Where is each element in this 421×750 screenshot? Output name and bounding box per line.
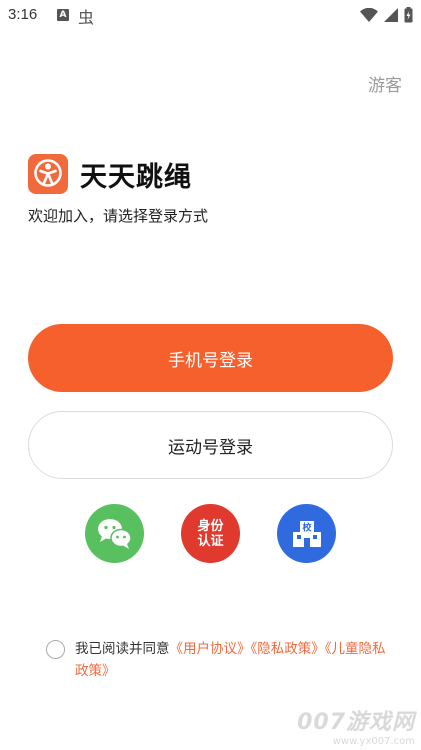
- notification-a-icon: A: [57, 9, 69, 21]
- wifi-icon: [360, 8, 378, 22]
- phone-login-button[interactable]: 手机号登录: [28, 324, 393, 392]
- privacy-policy-link[interactable]: 《隐私政策》: [251, 641, 325, 657]
- status-icons: [360, 7, 413, 23]
- identity-verification-button[interactable]: 身份 认证: [181, 504, 240, 563]
- status-time: 3:16: [8, 6, 38, 23]
- user-agreement-link[interactable]: 《用户协议》: [170, 641, 251, 657]
- svg-text:校: 校: [302, 521, 312, 533]
- guest-button[interactable]: 游客: [368, 71, 402, 96]
- app-name: 天天跳绳: [80, 161, 192, 193]
- agreement-text: 我已阅读并同意《用户协议》《隐私政策》《儿童隐私政策》: [75, 641, 386, 679]
- status-bar: 3:16 A 虫: [0, 0, 421, 30]
- wechat-icon: [97, 518, 132, 549]
- agreement-checkbox[interactable]: [46, 640, 65, 659]
- bug-icon: 虫: [78, 8, 95, 27]
- welcome-text: 欢迎加入，请选择登录方式: [28, 207, 209, 225]
- identity-verification-label: 身份 认证: [197, 518, 224, 549]
- app-logo-icon: [28, 154, 68, 194]
- watermark-url: www.yx007.com: [332, 736, 415, 747]
- signal-icon: [384, 8, 398, 22]
- school-icon: 校: [292, 520, 321, 547]
- watermark: 007游戏网 www.yx007.com: [297, 704, 415, 747]
- agreement-row: 我已阅读并同意《用户协议》《隐私政策》《儿童隐私政策》: [46, 638, 396, 682]
- battery-icon: [404, 7, 413, 23]
- sport-id-login-button[interactable]: 运动号登录: [28, 411, 393, 479]
- brand-header: 天天跳绳: [28, 154, 192, 194]
- watermark-logo: 007游戏网: [297, 710, 415, 735]
- wechat-login-button[interactable]: [85, 504, 144, 563]
- school-login-button[interactable]: 校: [277, 504, 336, 563]
